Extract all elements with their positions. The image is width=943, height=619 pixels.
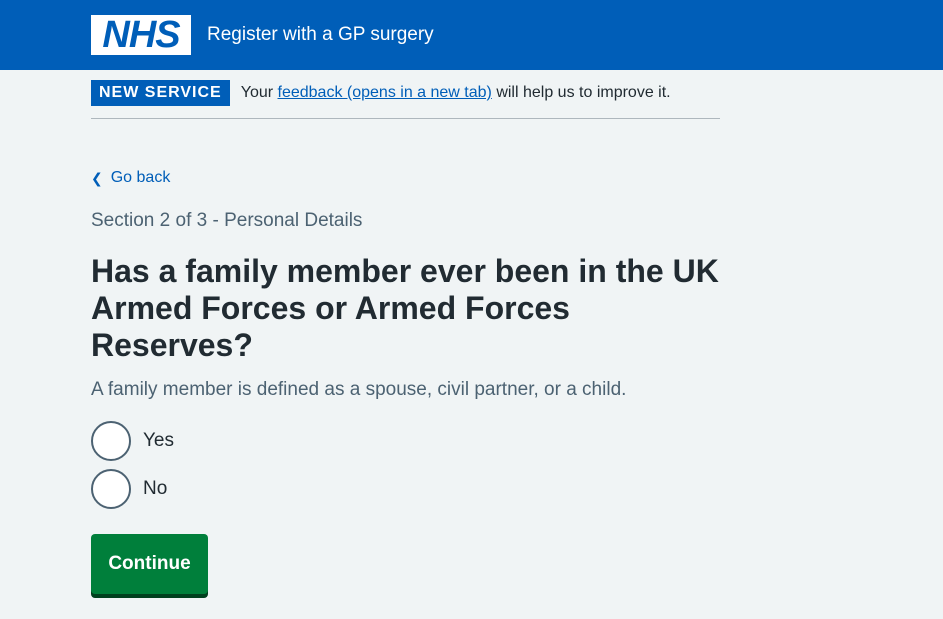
banner-text-after: will help us to improve it. [491, 84, 671, 101]
nhs-logo[interactable]: NHS [91, 15, 191, 55]
radio-option-no[interactable]: No [91, 469, 943, 509]
radio-button-yes[interactable] [91, 421, 131, 461]
radio-group: Yes No [91, 421, 943, 509]
banner-text-before: Your [240, 84, 278, 101]
main-content: ❮ Go back Section 2 of 3 - Personal Deta… [0, 169, 943, 594]
radio-label-yes[interactable]: Yes [143, 430, 174, 452]
continue-button[interactable]: Continue [91, 534, 208, 594]
back-link-label: Go back [110, 169, 171, 186]
phase-banner: NEW SERVICE Your feedback (opens in a ne… [91, 80, 720, 119]
question-title: Has a family member ever been in the UK … [91, 253, 719, 363]
banner-text: Your feedback (opens in a new tab) will … [241, 84, 671, 102]
radio-label-no[interactable]: No [143, 478, 167, 500]
new-service-tag: NEW SERVICE [91, 80, 230, 106]
radio-button-no[interactable] [91, 469, 131, 509]
back-link[interactable]: ❮ Go back [91, 169, 943, 187]
section-caption: Section 2 of 3 - Personal Details [91, 210, 363, 231]
chevron-left-icon: ❮ [91, 169, 103, 186]
service-name[interactable]: Register with a GP surgery [207, 24, 434, 46]
question-hint: A family member is defined as a spouse, … [91, 379, 627, 400]
radio-option-yes[interactable]: Yes [91, 421, 943, 461]
feedback-link[interactable]: feedback (opens in a new tab) [278, 84, 492, 101]
site-header: NHS Register with a GP surgery [0, 0, 943, 70]
nhs-logo-text: NHS [102, 14, 180, 56]
